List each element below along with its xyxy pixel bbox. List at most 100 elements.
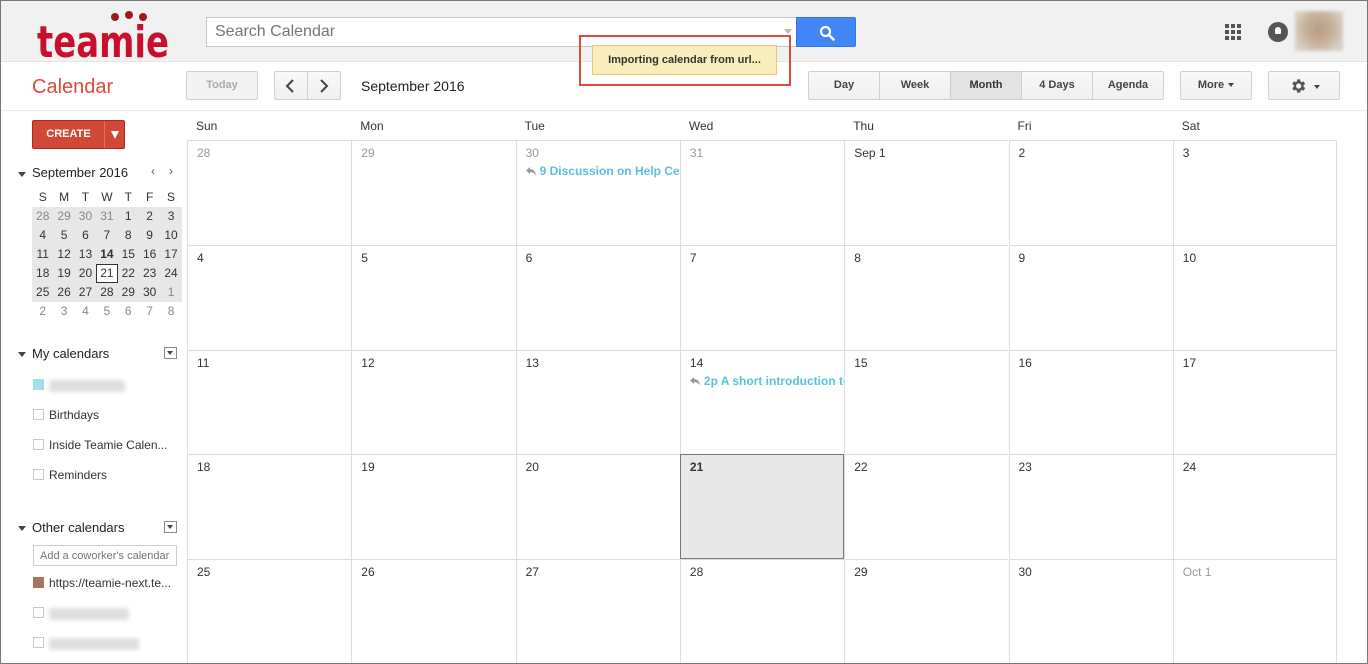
- mini-calendar-day[interactable]: 23: [139, 264, 160, 283]
- other-calendars-title[interactable]: Other calendars: [32, 520, 125, 535]
- calendar-checkbox[interactable]: [33, 439, 44, 450]
- mini-calendar-day[interactable]: 2: [139, 207, 160, 226]
- mini-calendar-day[interactable]: 29: [118, 283, 139, 302]
- day-cell[interactable]: Oct 1: [1172, 559, 1338, 663]
- mini-calendar-day[interactable]: 3: [53, 302, 74, 321]
- search-button[interactable]: [796, 17, 856, 47]
- mini-calendar-day[interactable]: 3: [160, 207, 181, 226]
- day-cell[interactable]: 15: [844, 349, 1009, 455]
- day-cell[interactable]: 31: [679, 140, 845, 245]
- day-cell[interactable]: 29: [351, 140, 516, 245]
- view-day-button[interactable]: Day: [808, 71, 880, 100]
- mini-calendar-next-icon[interactable]: ›: [169, 164, 173, 178]
- day-cell[interactable]: 10: [1172, 244, 1338, 350]
- day-cell[interactable]: 6: [515, 244, 680, 350]
- search-options-caret-icon[interactable]: [784, 29, 792, 34]
- day-cell[interactable]: 30 9 Discussion on Help Cer: [515, 140, 681, 245]
- day-cell[interactable]: 3: [1172, 140, 1338, 245]
- my-calendars-title[interactable]: My calendars: [32, 346, 109, 361]
- day-cell[interactable]: 11: [187, 349, 352, 455]
- mini-calendar-day[interactable]: 21: [96, 264, 118, 283]
- day-cell[interactable]: 9: [1008, 244, 1173, 350]
- day-cell[interactable]: 19: [351, 454, 516, 560]
- mini-calendar-day[interactable]: 20: [75, 264, 96, 283]
- mini-calendar-day[interactable]: 22: [118, 264, 139, 283]
- mini-calendar-day[interactable]: 19: [53, 264, 74, 283]
- mini-calendar-day[interactable]: 10: [160, 226, 181, 245]
- day-cell[interactable]: 30: [1008, 559, 1173, 663]
- day-cell[interactable]: 20: [515, 454, 680, 560]
- day-cell[interactable]: 17: [1172, 349, 1338, 455]
- day-cell[interactable]: 18: [187, 454, 352, 560]
- mini-calendar-day[interactable]: 30: [139, 283, 160, 302]
- day-cell[interactable]: 24: [1172, 454, 1338, 560]
- mini-calendar-day[interactable]: 28: [96, 283, 117, 302]
- mini-calendar-prev-icon[interactable]: ‹: [151, 164, 155, 178]
- mini-calendar-day[interactable]: 30: [75, 207, 96, 226]
- calendar-checkbox[interactable]: [33, 607, 44, 618]
- collapse-other-calendars-icon[interactable]: [18, 526, 26, 531]
- mini-calendar-day[interactable]: 8: [118, 226, 139, 245]
- mini-calendar-day[interactable]: 13: [75, 245, 96, 264]
- mini-calendar-day[interactable]: 27: [75, 283, 96, 302]
- day-cell[interactable]: 27: [515, 559, 680, 663]
- mini-calendar-day[interactable]: 7: [96, 226, 117, 245]
- mini-calendar-day[interactable]: 31: [96, 207, 117, 226]
- more-menu-button[interactable]: More: [1180, 71, 1252, 100]
- today-button[interactable]: Today: [186, 71, 258, 100]
- mini-calendar-day[interactable]: 1: [160, 283, 181, 302]
- mini-calendar-day[interactable]: 5: [96, 302, 117, 321]
- settings-menu-button[interactable]: [1268, 71, 1340, 100]
- day-cell[interactable]: 16: [1008, 349, 1173, 455]
- collapse-mini-calendar-icon[interactable]: [18, 172, 26, 177]
- mini-calendar-title[interactable]: September 2016: [32, 165, 128, 180]
- apps-grid-icon[interactable]: [1225, 24, 1241, 40]
- mini-calendar-day[interactable]: 15: [118, 245, 139, 264]
- day-cell[interactable]: 12: [351, 349, 516, 455]
- mini-calendar-day[interactable]: 24: [160, 264, 181, 283]
- mini-calendar-day[interactable]: 11: [32, 245, 53, 264]
- day-cell[interactable]: 8: [844, 244, 1009, 350]
- mini-calendar-day[interactable]: 12: [53, 245, 74, 264]
- calendar-checkbox[interactable]: [33, 637, 44, 648]
- mini-calendar-day[interactable]: 8: [160, 302, 181, 321]
- mini-calendar-day[interactable]: 5: [53, 226, 74, 245]
- calendar-checkbox[interactable]: [33, 469, 44, 480]
- user-avatar[interactable]: [1295, 11, 1343, 51]
- mini-calendar-day[interactable]: 4: [75, 302, 96, 321]
- mini-calendar-day[interactable]: 6: [118, 302, 139, 321]
- calendar-checkbox[interactable]: [33, 409, 44, 420]
- view-month-button[interactable]: Month: [950, 71, 1022, 100]
- collapse-my-calendars-icon[interactable]: [18, 352, 26, 357]
- create-options-chevron-icon[interactable]: [111, 131, 119, 139]
- mini-calendar-day[interactable]: 29: [53, 207, 74, 226]
- mini-calendar-day[interactable]: 4: [32, 226, 53, 245]
- day-cell[interactable]: 25: [187, 559, 352, 663]
- day-cell[interactable]: 22: [844, 454, 1009, 560]
- day-cell[interactable]: 14 2p A short introduction to: [679, 349, 845, 455]
- day-cell[interactable]: 7: [679, 244, 845, 350]
- view-agenda-button[interactable]: Agenda: [1092, 71, 1164, 100]
- next-period-button[interactable]: [307, 71, 341, 100]
- mini-calendar-day[interactable]: 1: [118, 207, 139, 226]
- calendar-event[interactable]: 2p A short introduction to: [689, 374, 845, 388]
- day-cell[interactable]: 13: [515, 349, 680, 455]
- day-cell[interactable]: 28: [187, 140, 352, 245]
- mini-calendar-day[interactable]: 7: [139, 302, 160, 321]
- previous-period-button[interactable]: [274, 71, 308, 100]
- day-cell[interactable]: 29: [844, 559, 1009, 663]
- mini-calendar-day[interactable]: 2: [32, 302, 53, 321]
- day-cell[interactable]: 23: [1008, 454, 1173, 560]
- create-event-button[interactable]: CREATE: [32, 120, 125, 149]
- day-cell[interactable]: Sep 1: [844, 140, 1009, 245]
- other-calendars-menu-icon[interactable]: [164, 521, 177, 533]
- view-4days-button[interactable]: 4 Days: [1021, 71, 1093, 100]
- mini-calendar-day[interactable]: 14: [96, 245, 117, 264]
- mini-calendar-day[interactable]: 9: [139, 226, 160, 245]
- day-cell[interactable]: 21: [679, 454, 845, 560]
- calendar-color-swatch[interactable]: [33, 577, 44, 588]
- teamie-logo[interactable]: teamie: [37, 11, 172, 61]
- day-cell[interactable]: 26: [351, 559, 516, 663]
- mini-calendar-day[interactable]: 6: [75, 226, 96, 245]
- my-calendars-menu-icon[interactable]: [164, 347, 177, 359]
